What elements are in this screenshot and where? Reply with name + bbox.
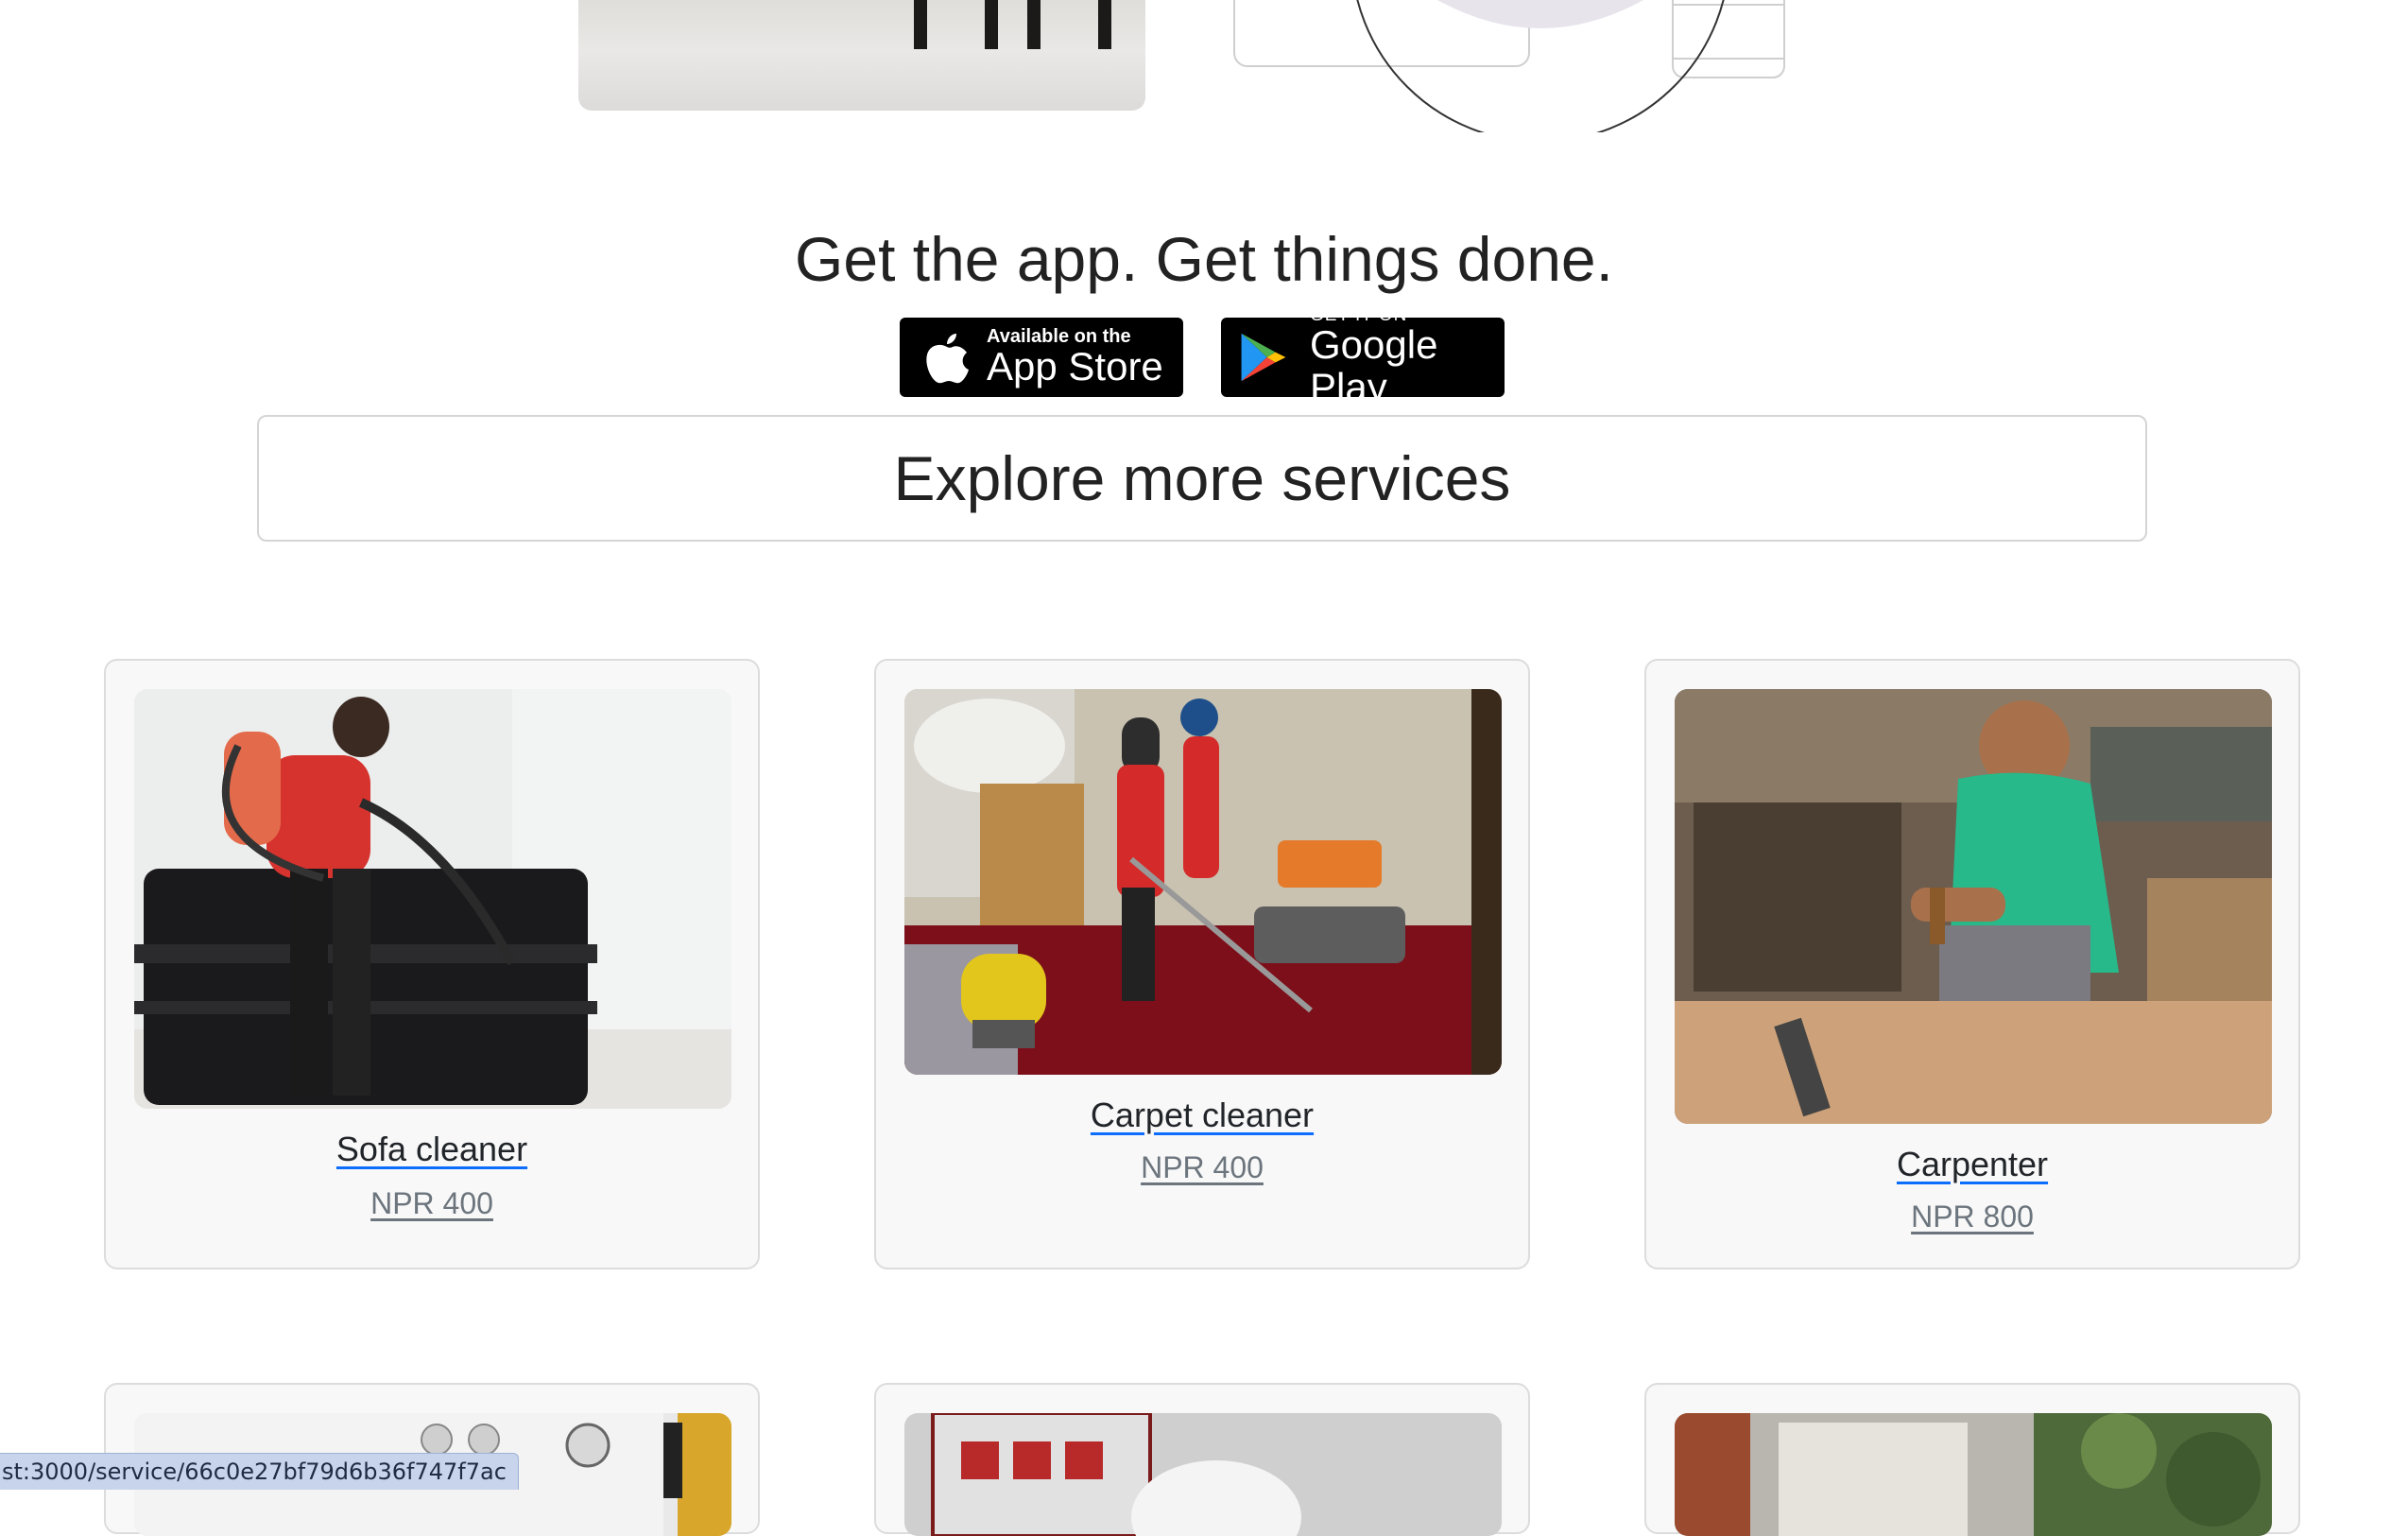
interior-photo [578,0,1145,111]
google-play-big-label: Google Play [1310,322,1438,409]
electrician-photo[interactable] [904,1413,1502,1536]
carpet-cleaner-photo[interactable] [904,689,1502,1075]
get-app-headline: Get the app. Get things done. [795,224,1613,294]
status-bar-url: st:3000/service/66c0e27bf79d6b36f747f7ac [0,1453,519,1490]
service-title[interactable]: Carpenter [1646,1145,2298,1184]
service-price[interactable]: NPR 400 [106,1186,758,1221]
service-title[interactable]: Carpet cleaner [876,1096,1528,1135]
app-store-big-label: App Store [987,343,1163,388]
app-store-button[interactable]: Available on the App Store [900,318,1183,397]
sofa-cleaner-photo[interactable] [134,689,731,1109]
app-store-small-label: Available on the [987,325,1131,347]
app-illustration [1233,0,1785,132]
google-play-button[interactable]: GET IT ON Google Play [1221,306,1505,407]
service-card-electrician[interactable] [874,1383,1530,1536]
apple-icon [926,334,969,384]
google-play-icon [1241,333,1286,382]
explore-more-services-button[interactable]: Explore more services [257,415,2147,542]
service-card-carpenter[interactable]: Carpenter NPR 800 [1644,659,2300,1269]
carpenter-photo[interactable] [1675,689,2272,1124]
service-card-carpet-cleaner[interactable]: Carpet cleaner NPR 400 [874,659,1530,1269]
service-card-sofa-cleaner[interactable]: Sofa cleaner NPR 400 [104,659,760,1269]
service-card-building[interactable] [1644,1383,2300,1536]
service-price[interactable]: NPR 800 [1646,1199,2298,1234]
service-price[interactable]: NPR 400 [876,1150,1528,1185]
service-title[interactable]: Sofa cleaner [106,1130,758,1169]
building-photo[interactable] [1675,1413,2272,1536]
